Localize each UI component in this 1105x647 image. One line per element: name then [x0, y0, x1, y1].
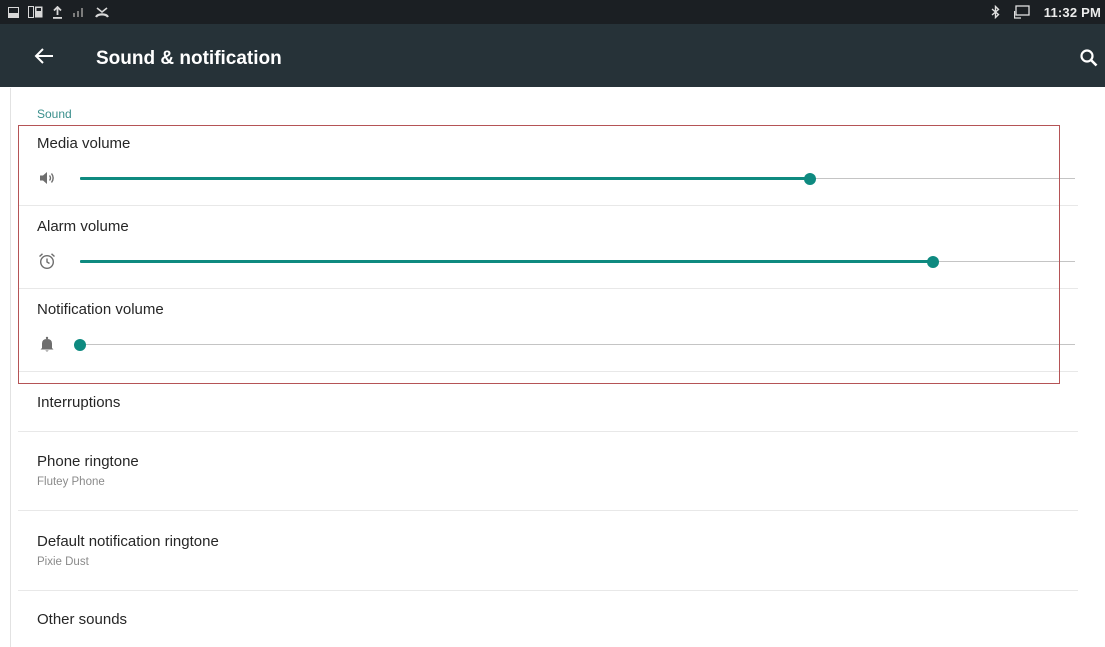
status-bar: 11:32 PM: [0, 0, 1105, 24]
notification-volume-label: Notification volume: [37, 301, 164, 318]
app-toolbar: Sound & notification: [0, 24, 1105, 87]
sim-icon: [28, 6, 43, 18]
alarm-clock-icon: [38, 252, 56, 270]
media-volume-label: Media volume: [37, 135, 131, 152]
slider-thumb[interactable]: [926, 256, 939, 268]
pref-other-sounds[interactable]: Other sounds: [18, 591, 1105, 647]
back-button[interactable]: [33, 46, 55, 66]
divider: [18, 205, 1078, 206]
slider-track: [80, 344, 1075, 345]
pref-default-notification-ringtone[interactable]: Default notification ringtone Pixie Dust: [18, 511, 1105, 590]
search-icon: [1079, 49, 1099, 72]
section-header-sound: Sound: [37, 107, 72, 121]
status-bar-system-icons: 11:32 PM: [991, 4, 1101, 20]
pref-title: Default notification ringtone: [37, 533, 219, 550]
divider: [18, 288, 1078, 289]
pref-summary: Pixie Dust: [37, 556, 89, 568]
missed-call-icon: [95, 6, 109, 19]
pref-summary: Flutey Phone: [37, 476, 105, 488]
bluetooth-icon: [991, 5, 1000, 19]
alarm-volume-slider[interactable]: [80, 255, 1075, 269]
screenshot-icon: [8, 6, 19, 18]
status-bar-notification-icons: [8, 4, 109, 20]
status-bar-clock: 11:32 PM: [1043, 4, 1101, 20]
slider-fill: [80, 260, 933, 263]
pref-title: Phone ringtone: [37, 453, 139, 470]
notification-volume-slider[interactable]: [74, 338, 1075, 352]
arrow-left-icon: [33, 48, 55, 70]
pref-title: Interruptions: [37, 394, 121, 411]
bell-icon: [38, 335, 56, 353]
speaker-icon: [38, 169, 56, 187]
content-left-edge: [10, 88, 11, 647]
pref-title: Other sounds: [37, 611, 128, 628]
alarm-volume-label: Alarm volume: [37, 218, 129, 235]
upload-icon: [52, 5, 63, 19]
pref-phone-ringtone[interactable]: Phone ringtone Flutey Phone: [18, 432, 1105, 510]
slider-thumb[interactable]: [804, 173, 817, 185]
settings-screen: 11:32 PM Sound & notification Sound Medi…: [0, 0, 1105, 647]
cast-icon: [1013, 5, 1030, 19]
search-button[interactable]: [1079, 48, 1099, 68]
media-volume-slider[interactable]: [80, 172, 1075, 186]
slider-thumb[interactable]: [74, 339, 86, 351]
pref-interruptions[interactable]: Interruptions: [18, 372, 1105, 432]
page-title: Sound & notification: [96, 48, 282, 69]
slider-fill: [80, 177, 811, 180]
signal-icon: [72, 6, 86, 18]
